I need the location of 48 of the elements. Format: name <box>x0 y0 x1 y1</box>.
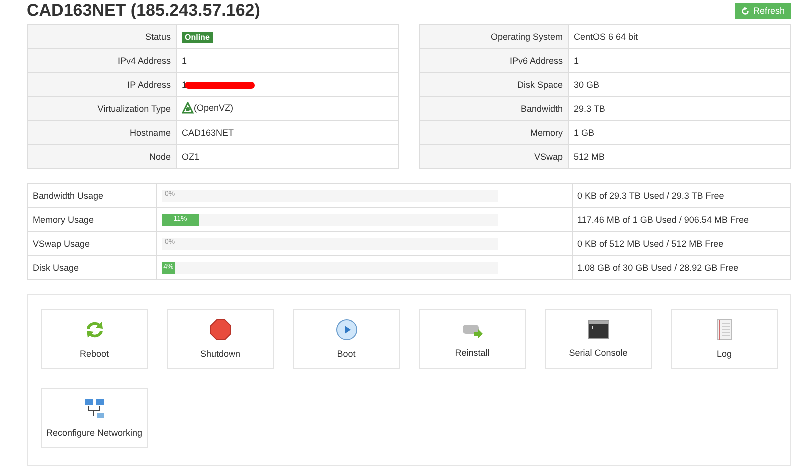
action-button[interactable]: Reconfigure Networking <box>41 388 148 448</box>
usage-label: Memory Usage <box>33 214 94 224</box>
usage-label: VSwap Usage <box>33 238 90 248</box>
action-button[interactable]: Boot <box>293 309 400 369</box>
field-value: CAD163NET <box>182 128 234 138</box>
network-computers-icon <box>84 398 106 420</box>
redaction-mark <box>185 82 256 89</box>
usage-label: Bandwidth Usage <box>33 190 104 200</box>
field-value: CentOS 6 64 bit <box>574 32 638 42</box>
page-title: CAD163NET (185.243.57.162) <box>27 1 260 21</box>
field-value: OZ1 <box>182 152 200 162</box>
field-value: 1 GB <box>574 128 595 138</box>
field-label: IPv4 Address <box>118 56 171 66</box>
field-label: Hostname <box>130 128 171 138</box>
field-value: (OpenVZ) <box>194 102 234 112</box>
refresh-icon <box>741 6 750 16</box>
usage-detail: 0 KB of 512 MB Used / 512 MB Free <box>578 238 724 248</box>
field-label: IPv6 Address <box>510 56 563 66</box>
play-icon <box>336 319 358 341</box>
field-label: Disk Space <box>517 80 563 90</box>
field-label: Bandwidth <box>520 104 563 114</box>
stop-sign-icon <box>210 319 232 341</box>
field-value: 30 GB <box>574 80 600 90</box>
field-label: Node <box>149 152 171 162</box>
field-label: Virtualization Type <box>98 104 171 114</box>
usage-label: Disk Usage <box>33 262 80 272</box>
notepad-icon <box>716 319 734 341</box>
action-button[interactable]: Log <box>671 309 778 369</box>
usage-detail: 0 KB of 29.3 TB Used / 29.3 TB Free <box>578 190 724 200</box>
usage-detail: 117.46 MB of 1 GB Used / 906.54 MB Free <box>578 214 749 224</box>
field-value: 1 <box>182 80 188 90</box>
action-button[interactable]: Serial Console <box>545 309 652 369</box>
usage-detail: 1.08 GB of 30 GB Used / 28.92 GB Free <box>578 262 739 272</box>
field-value: 512 MB <box>574 152 606 162</box>
field-label: Memory <box>530 128 563 138</box>
field-label: Operating System <box>490 32 563 42</box>
field-label: VSwap <box>534 152 563 162</box>
field-label: Status <box>145 32 171 42</box>
triangle-logo-icon <box>182 102 194 114</box>
action-button[interactable]: Shutdown <box>167 309 274 369</box>
field-value: 1 <box>574 56 580 66</box>
field-value: 1 <box>182 56 188 66</box>
status-badge: Online <box>182 32 213 42</box>
action-button[interactable]: Reboot <box>41 309 148 369</box>
terminal-icon <box>588 320 610 340</box>
action-button[interactable]: Reinstall <box>419 309 526 369</box>
field-value: 29.3 TB <box>574 104 606 114</box>
field-label: IP Address <box>128 80 171 90</box>
